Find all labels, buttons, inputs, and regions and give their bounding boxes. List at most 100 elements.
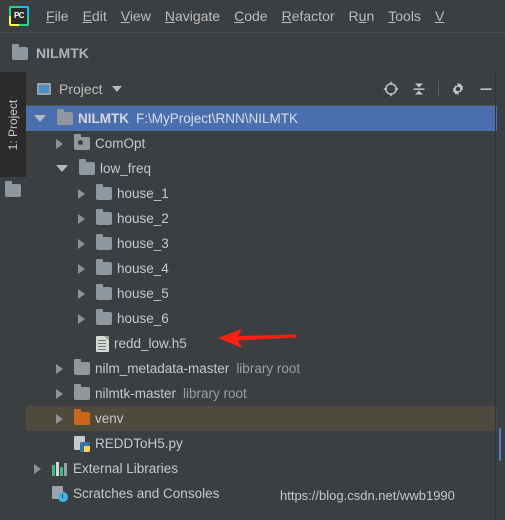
tree-row-label: house_6: [117, 311, 169, 326]
expand-arrow-open-icon[interactable]: [34, 115, 46, 122]
collapse-all-icon: [413, 83, 425, 94]
folder-icon: [96, 184, 112, 200]
pycharm-logo: PC: [9, 6, 29, 26]
tree-row-nilmtk[interactable]: NILMTK F:\MyProject\RNN\NILMTK: [26, 106, 505, 131]
breadcrumb-label: NILMTK: [36, 45, 89, 61]
menu-item-navigate[interactable]: Navigate: [158, 0, 227, 33]
tree-row-label: External Libraries: [73, 461, 179, 476]
tree-row-label: nilmtk-master: [95, 386, 177, 401]
folder-icon: [12, 43, 28, 60]
tree-row-redd-low-h5[interactable]: redd_low.h5: [26, 331, 505, 356]
folder-icon: [96, 284, 112, 300]
folder-icon: [57, 109, 73, 125]
tree-row-label: REDDToH5.py: [95, 436, 183, 451]
vertical-scrollbar-track[interactable]: [497, 72, 505, 519]
tree-row-secondary-label: F:\MyProject\RNN\NILMTK: [136, 111, 299, 126]
tree-row-venv[interactable]: venv: [26, 406, 505, 431]
gear-icon: [452, 81, 464, 96]
menu-item-run[interactable]: Run: [342, 0, 382, 33]
tree-row-low-freq[interactable]: low_freq: [26, 156, 505, 181]
menu-bar: PC File Edit View Navigate Code Refactor Run To…: [0, 0, 505, 33]
tool-window-strip: 1: Project: [0, 72, 27, 519]
pycharm-window: PC File Edit View Navigate Code Refactor Run To…: [0, 0, 505, 520]
panel-edge-divider: [495, 72, 496, 519]
menu-item-tools[interactable]: Tools: [381, 0, 428, 33]
project-panel-title: Project: [59, 80, 103, 97]
menu-item-code[interactable]: Code: [227, 0, 274, 33]
tree-row-label: NILMTK: [78, 111, 129, 126]
folder-icon: [96, 259, 112, 275]
project-tool-window: Project NILMTK F:\MyProject\RNN\NILMTK C…: [26, 72, 505, 520]
expand-arrow-closed-icon[interactable]: [56, 138, 63, 149]
folder-icon: [74, 384, 90, 400]
tree-row-house-4[interactable]: house_4: [26, 256, 505, 281]
tree-row-reddtoh5-py[interactable]: REDDToH5.py: [26, 431, 505, 456]
scratches-icon: [52, 485, 68, 502]
tree-row-comopt[interactable]: ComOpt: [26, 131, 505, 156]
tree-row-nilm-metadata-master[interactable]: nilm_metadata-master library root: [26, 356, 505, 381]
tree-row-house-6[interactable]: house_6: [26, 306, 505, 331]
breadcrumb: NILMTK: [0, 34, 505, 72]
tree-row-house-1[interactable]: house_1: [26, 181, 505, 206]
menu-item-edit[interactable]: Edit: [76, 0, 114, 33]
project-panel-header: Project: [26, 72, 505, 106]
collapse-all-button[interactable]: [406, 76, 432, 102]
tree-row-house-5[interactable]: house_5: [26, 281, 505, 306]
tree-row-house-2[interactable]: house_2: [26, 206, 505, 231]
crosshair-target-icon: [383, 81, 399, 96]
tree-row-label: Scratches and Consoles: [73, 486, 220, 501]
folder-orange-icon: [74, 409, 90, 425]
tree-row-label: ComOpt: [95, 136, 146, 151]
tree-row-label: house_3: [117, 236, 169, 251]
minimize-icon: [480, 87, 492, 90]
expand-arrow-closed-icon[interactable]: [56, 388, 63, 399]
external-libraries-icon: [52, 461, 68, 476]
menu-item-v[interactable]: V: [428, 0, 451, 33]
tree-row-house-3[interactable]: house_3: [26, 231, 505, 256]
tree-row-secondary-label: library root: [236, 361, 301, 376]
python-file-icon: [74, 435, 90, 452]
folder-icon[interactable]: [5, 181, 21, 197]
project-panel-actions: [378, 72, 499, 105]
tree-row-external-libraries[interactable]: External Libraries: [26, 456, 505, 481]
expand-arrow-closed-icon[interactable]: [78, 288, 85, 299]
folder-icon: [74, 359, 90, 375]
h5-file-icon: [96, 335, 109, 352]
project-tree[interactable]: NILMTK F:\MyProject\RNN\NILMTK ComOpt low_f…: [26, 106, 505, 520]
tree-row-nilmtk-master[interactable]: nilmtk-master library root: [26, 381, 505, 406]
folder-icon: [79, 159, 95, 175]
tree-row-label: house_5: [117, 286, 169, 301]
menu-item-view[interactable]: View: [114, 0, 158, 33]
tool-window-button-project-label: 1: Project: [6, 99, 20, 150]
expand-arrow-closed-icon[interactable]: [78, 263, 85, 274]
watermark-url: https://blog.csdn.net/wwb1990: [280, 488, 455, 503]
expand-arrow-closed-icon[interactable]: [78, 188, 85, 199]
vertical-scrollbar-thumb[interactable]: [499, 428, 501, 461]
tree-row-label: nilm_metadata-master: [95, 361, 230, 376]
tree-row-label: low_freq: [100, 161, 152, 176]
project-window-icon: [37, 82, 51, 95]
tree-row-label: house_4: [117, 261, 169, 276]
tool-window-button-project[interactable]: 1: Project: [0, 72, 27, 177]
menu-item-refactor[interactable]: Refactor: [275, 0, 342, 33]
expand-arrow-closed-icon[interactable]: [34, 463, 41, 474]
tree-row-label: house_2: [117, 211, 169, 226]
settings-button[interactable]: [445, 76, 471, 102]
expand-arrow-closed-icon[interactable]: [78, 238, 85, 249]
tree-row-secondary-label: library root: [183, 386, 247, 401]
folder-excluded-icon: [74, 134, 90, 150]
chevron-down-icon[interactable]: [111, 85, 122, 92]
expand-arrow-closed-icon[interactable]: [56, 413, 63, 424]
toolbar-separator: [438, 80, 439, 97]
tree-row-label: redd_low.h5: [114, 336, 187, 351]
tree-row-label: house_1: [117, 186, 169, 201]
locate-in-tree-button[interactable]: [378, 76, 404, 102]
expand-arrow-closed-icon[interactable]: [78, 313, 85, 324]
expand-arrow-closed-icon[interactable]: [78, 213, 85, 224]
expand-arrow-open-icon[interactable]: [56, 165, 68, 172]
folder-icon: [96, 234, 112, 250]
expand-arrow-closed-icon[interactable]: [56, 363, 63, 374]
menu-item-file[interactable]: File: [39, 0, 76, 33]
folder-icon: [96, 309, 112, 325]
tree-row-label: venv: [95, 411, 124, 426]
